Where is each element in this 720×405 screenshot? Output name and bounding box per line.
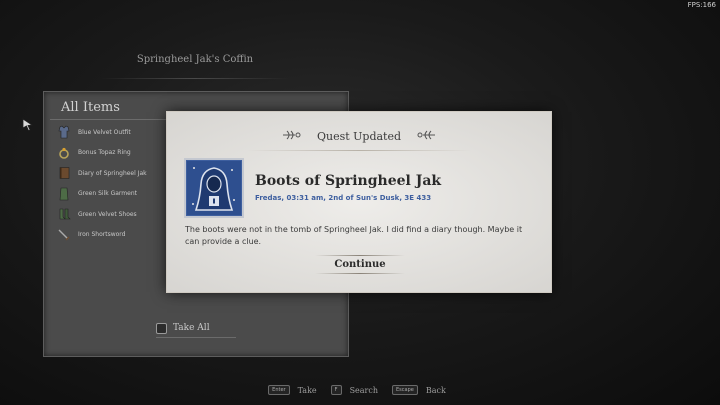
enter-key-icon: Enter	[268, 385, 290, 395]
sword-icon	[56, 227, 72, 243]
take-all-divider	[156, 337, 236, 338]
mouse-cursor-icon	[22, 118, 34, 131]
outfit-icon	[56, 124, 72, 140]
escape-key-icon: Escape	[392, 385, 418, 395]
take-all-button[interactable]: Take All	[156, 319, 244, 337]
quest-description: The boots were not in the tomb of Spring…	[185, 225, 523, 246]
continue-button[interactable]: Continue	[315, 255, 405, 274]
container-title: Springheel Jak's Coffin	[136, 54, 254, 65]
inventory-item[interactable]: Blue Velvet Outfit	[56, 122, 176, 143]
header-divider	[247, 150, 471, 151]
take-hint[interactable]: Take	[298, 386, 317, 395]
shoes-icon	[56, 206, 72, 222]
search-hint[interactable]: Search	[350, 386, 378, 395]
inventory-item-label: Bonus Topaz Ring	[78, 149, 131, 157]
inventory-list: Blue Velvet Outfit Bonus Topaz Ring Diar…	[56, 122, 176, 245]
fps-counter: FPS:166	[687, 1, 716, 9]
quest-date: Fredas, 03:31 am, 2nd of Sun's Dusk, 3E …	[255, 194, 432, 202]
inventory-item[interactable]: Green Silk Garment	[56, 184, 176, 205]
inventory-item-label: Green Velvet Shoes	[78, 210, 137, 218]
quest-updated-dialog: Quest Updated Boots of Springheel Jak Fr…	[167, 112, 551, 292]
inventory-item[interactable]: Diary of Springheel Jak	[56, 163, 176, 184]
hooded-figure-icon	[184, 158, 244, 218]
inventory-item[interactable]: Green Velvet Shoes	[56, 204, 176, 225]
garment-icon	[56, 186, 72, 202]
inventory-item[interactable]: Bonus Topaz Ring	[56, 143, 176, 164]
book-icon	[56, 165, 72, 181]
inventory-item-label: Diary of Springheel Jak	[78, 169, 147, 177]
f-key-icon: F	[330, 385, 342, 395]
inventory-item-label: Green Silk Garment	[78, 190, 137, 198]
take-all-label: Take All	[173, 323, 210, 333]
inventory-item-label: Blue Velvet Outfit	[78, 128, 131, 136]
title-divider	[100, 78, 290, 79]
ring-icon	[56, 145, 72, 161]
ornament-right-icon	[417, 130, 435, 140]
key-hint-icon	[156, 322, 167, 334]
header-divider	[50, 119, 168, 120]
inventory-item-label: Iron Shortsword	[78, 231, 126, 239]
dialog-header: Quest Updated	[316, 130, 402, 143]
inventory-category-header[interactable]: All Items	[61, 100, 120, 115]
inventory-item[interactable]: Iron Shortsword	[56, 225, 176, 246]
back-hint[interactable]: Back	[426, 386, 446, 395]
quest-title: Boots of Springheel Jak	[255, 173, 442, 189]
footer-key-hints: Enter Take F Search Escape Back	[0, 385, 720, 395]
